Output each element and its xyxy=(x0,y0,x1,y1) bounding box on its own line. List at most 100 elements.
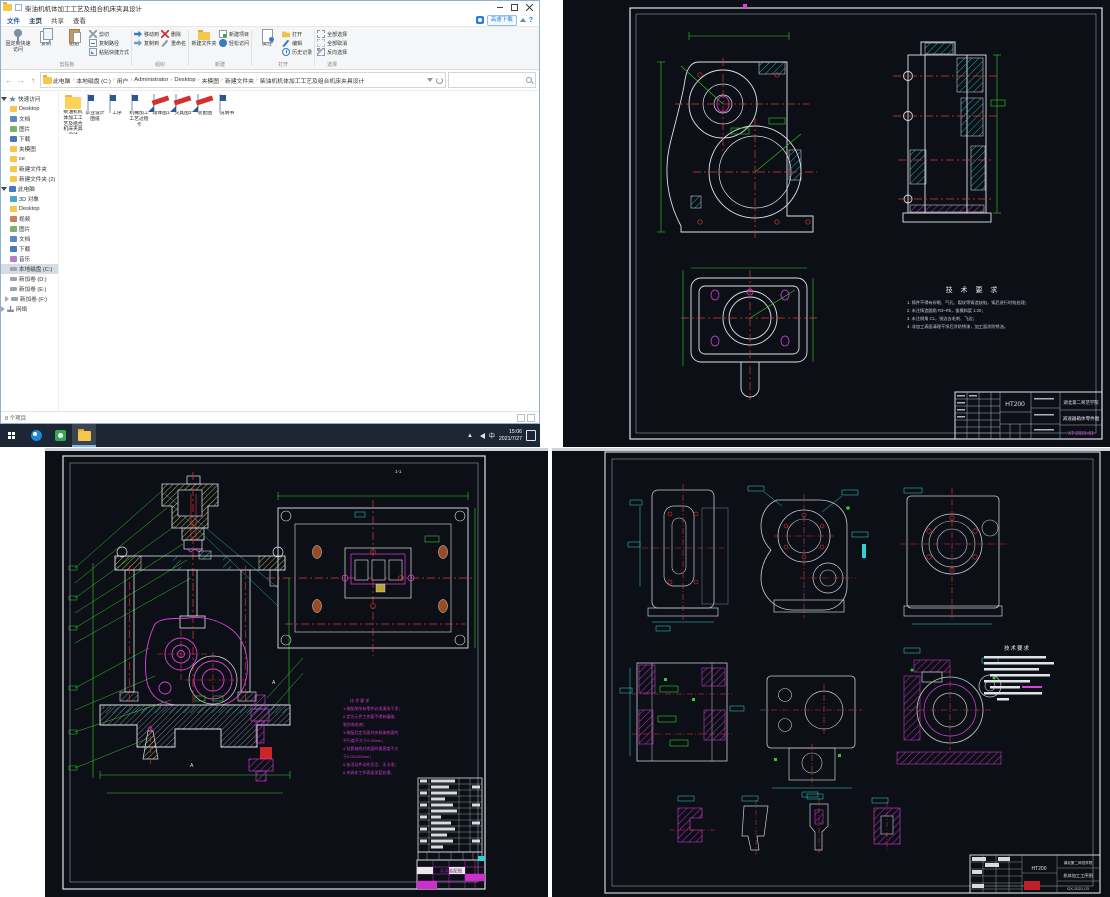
paste-shortcut-button[interactable]: 粘贴快捷方式 xyxy=(89,48,129,56)
breadcrumb-drive-c[interactable]: 本地磁盘 (C:) xyxy=(76,76,110,85)
forward-button[interactable]: → xyxy=(16,76,26,85)
search-box[interactable] xyxy=(448,72,536,88)
move-to-button[interactable]: 移动到 xyxy=(134,30,159,38)
collapse-ribbon-icon[interactable] xyxy=(519,18,526,22)
file-item-doc-3[interactable]: 机械加工工艺过程卡 xyxy=(128,94,150,134)
invert-selection-button[interactable]: 反向选择 xyxy=(317,48,347,56)
cut-button[interactable]: 剪切 xyxy=(89,30,129,38)
taskbar-app-explorer[interactable] xyxy=(72,424,96,447)
tray-expand-icon[interactable]: ▲ xyxy=(467,433,473,439)
sidebar-item-downloads[interactable]: 下载 xyxy=(1,134,58,144)
downloads-icon xyxy=(10,136,17,142)
tab-view[interactable]: 查看 xyxy=(73,15,86,25)
chevron-right-icon[interactable] xyxy=(1,306,5,312)
taskbar-app-browser[interactable] xyxy=(24,424,48,447)
file-item-cad-1[interactable]: 箱体图1 xyxy=(150,94,172,134)
taskbar-clock[interactable]: 15:06 2021/7/27 xyxy=(499,429,522,442)
paste-button[interactable]: 粘贴 xyxy=(61,28,87,48)
ribbon-group-open: 属性 打开 编辑 历史记录 打开 xyxy=(252,27,314,69)
refresh-icon[interactable] xyxy=(436,76,443,84)
sidebar-item-pictures[interactable]: 图片 xyxy=(1,124,58,134)
sidebar-item-drive-f[interactable]: 新加卷 (F:) xyxy=(1,294,58,304)
breadcrumb-new-folder[interactable]: 新建文件夹 xyxy=(225,76,254,85)
list-view-icon[interactable] xyxy=(517,413,525,422)
taskbar-app-wps[interactable] xyxy=(48,424,72,447)
file-item-cad-3[interactable]: 装配图 xyxy=(194,94,216,134)
easy-access-button[interactable]: 轻松访问 xyxy=(219,39,249,47)
file-item-folder[interactable]: 柴油机机体加工工艺及组合机床夹具设计 xyxy=(62,95,84,134)
delete-button[interactable]: 删除 xyxy=(161,30,186,38)
chevron-down-icon[interactable] xyxy=(1,97,7,101)
file-item-doc-4[interactable]: 说明书 xyxy=(216,94,238,134)
sidebar-item-music[interactable]: 音乐 xyxy=(1,254,58,264)
speaker-icon[interactable] xyxy=(477,432,485,439)
search-input[interactable] xyxy=(466,77,526,83)
new-item-button[interactable]: 新建项目 xyxy=(219,30,249,38)
properties-button[interactable]: 属性 xyxy=(254,28,280,48)
chevron-right-icon[interactable] xyxy=(5,296,9,302)
sidebar-quick-access[interactable]: 快速访问 xyxy=(1,94,58,104)
quick-access-toolbar-icon[interactable] xyxy=(15,4,22,11)
copy-path-button[interactable]: 复制路径 xyxy=(89,39,129,47)
open-icon xyxy=(282,31,291,38)
tab-share[interactable]: 共享 xyxy=(51,15,64,25)
select-none-button[interactable]: 全部取消 xyxy=(317,39,347,47)
sidebar-item-drive-d[interactable]: 新加卷 (D:) xyxy=(1,274,58,284)
breadcrumb-administrator[interactable]: Administrator xyxy=(134,77,168,83)
file-item-doc-1[interactable]: 毕业设计图纸 xyxy=(84,94,106,134)
history-button[interactable]: 历史记录 xyxy=(282,48,312,56)
cad-file-icon xyxy=(175,94,177,113)
breadcrumb-jiamotu[interactable]: 夹模图 xyxy=(202,76,219,85)
drive-icon xyxy=(10,287,17,291)
new-folder-button[interactable]: 新建文件夹 xyxy=(191,28,217,48)
notification-center-icon[interactable] xyxy=(526,430,536,441)
sidebar-item-desktop-pc[interactable]: Desktop xyxy=(1,204,58,214)
sidebar-item-new-folder[interactable]: 新建文件夹 xyxy=(1,164,58,174)
tab-file[interactable]: 文件 xyxy=(7,15,20,25)
address-bar[interactable]: 此电脑 本地磁盘 (C:) 用户 Administrator Desktop 夹… xyxy=(40,72,446,88)
thumbnail-view-icon[interactable] xyxy=(527,413,535,422)
sidebar-item-ce[interactable]: ce xyxy=(1,154,58,164)
tab-home[interactable]: 主页 xyxy=(29,15,42,25)
chevron-down-icon[interactable] xyxy=(1,187,7,191)
sidebar-item-network[interactable]: 网络 xyxy=(1,304,58,314)
sidebar-item-new-folder-2[interactable]: 新建文件夹 (2) xyxy=(1,174,58,184)
sidebar-item-downloads-pc[interactable]: 下载 xyxy=(1,244,58,254)
sidebar-item-3d-objects[interactable]: 3D 对象 xyxy=(1,194,58,204)
maximize-button[interactable] xyxy=(507,2,522,13)
sidebar-item-desktop[interactable]: Desktop xyxy=(1,104,58,114)
file-item-cad-2[interactable]: 夹具图2 xyxy=(172,94,194,134)
ribbon-group-organize: 移动到 复制到 删除 重命名 组织 xyxy=(132,27,188,69)
sidebar-item-documents[interactable]: 文档 xyxy=(1,114,58,124)
open-button[interactable]: 打开 xyxy=(282,30,312,38)
up-button[interactable]: ↑ xyxy=(28,76,38,85)
help-icon[interactable]: ? xyxy=(529,17,533,24)
back-button[interactable]: ← xyxy=(4,76,14,85)
promo-badge[interactable]: 高速下载 xyxy=(486,14,517,26)
minimize-button[interactable] xyxy=(492,2,507,13)
sidebar-item-videos[interactable]: 视频 xyxy=(1,214,58,224)
sidebar-item-jiamotu[interactable]: 夹模图 xyxy=(1,144,58,154)
sidebar-item-drive-c[interactable]: 本地磁盘 (C:) xyxy=(1,264,58,274)
breadcrumb-desktop[interactable]: Desktop xyxy=(174,77,195,83)
sidebar-this-pc[interactable]: 此电脑 xyxy=(1,184,58,194)
pin-to-quick-access-button[interactable]: 固定到快速访问 xyxy=(5,28,31,53)
address-dropdown-icon[interactable] xyxy=(427,78,433,82)
sidebar-item-drive-e[interactable]: 新加卷 (E:) xyxy=(1,284,58,294)
breadcrumb-current-folder[interactable]: 柴油机机体加工工艺及组合机床夹具设计 xyxy=(260,76,364,85)
file-item-doc-2[interactable]: 工序 xyxy=(106,94,128,134)
edit-button[interactable]: 编辑 xyxy=(282,39,312,47)
sidebar-item-documents-pc[interactable]: 文档 xyxy=(1,234,58,244)
item-count: 8 个项目 xyxy=(5,415,27,422)
sidebar-item-pictures-pc[interactable]: 图片 xyxy=(1,224,58,234)
breadcrumb-users[interactable]: 用户 xyxy=(117,76,129,85)
rename-button[interactable]: 重命名 xyxy=(161,39,186,47)
start-button[interactable] xyxy=(0,424,24,447)
copy-button[interactable]: 复制 xyxy=(33,28,59,48)
breadcrumb-this-pc[interactable]: 此电脑 xyxy=(53,76,70,85)
ime-indicator[interactable]: 中 xyxy=(489,431,495,440)
select-all-button[interactable]: 全部选择 xyxy=(317,30,347,38)
copy-to-button[interactable]: 复制到 xyxy=(134,39,159,47)
windows-logo-icon xyxy=(8,431,16,440)
close-button[interactable] xyxy=(522,2,537,13)
